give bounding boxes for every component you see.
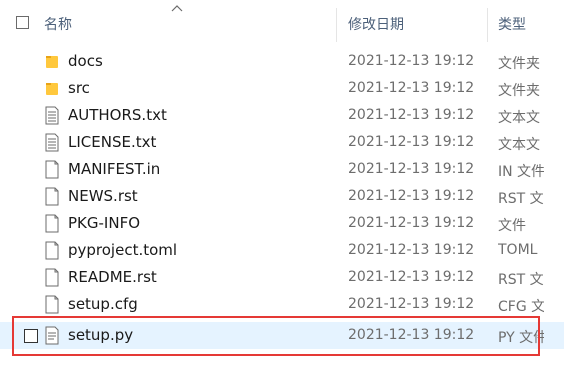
file-name: docs bbox=[68, 52, 103, 70]
file-date: 2021-12-13 19:12 bbox=[348, 215, 475, 231]
file-date: 2021-12-13 19:12 bbox=[348, 161, 475, 177]
file-icon bbox=[45, 241, 59, 260]
file-date: 2021-12-13 19:12 bbox=[348, 269, 475, 285]
file-name: setup.py bbox=[68, 326, 134, 344]
file-type: RST 文 bbox=[498, 191, 544, 207]
file-row[interactable]: LICENSE.txt 2021-12-13 19:12 文本文 bbox=[0, 129, 564, 156]
file-name: NEWS.rst bbox=[68, 187, 138, 205]
file-type: 文件夹 bbox=[498, 83, 540, 99]
file-type: 文件夹 bbox=[498, 56, 540, 72]
file-type: IN 文件 bbox=[498, 164, 544, 180]
file-name: README.rst bbox=[68, 268, 157, 286]
text-file-icon bbox=[45, 133, 59, 152]
file-type: 文件 bbox=[498, 218, 526, 234]
file-name: src bbox=[68, 79, 90, 97]
file-type: RST 文 bbox=[498, 272, 544, 288]
file-type: 文本文 bbox=[498, 137, 540, 153]
file-name: PKG-INFO bbox=[68, 214, 140, 232]
file-type: CFG 文 bbox=[498, 299, 544, 315]
date-column-header[interactable]: 修改日期 bbox=[348, 14, 404, 34]
folder-icon bbox=[46, 56, 58, 68]
file-type: 文本文 bbox=[498, 110, 540, 126]
file-icon bbox=[45, 295, 59, 314]
file-row[interactable]: docs 2021-12-13 19:12 文件夹 bbox=[0, 48, 564, 75]
sort-ascending-icon[interactable] bbox=[171, 4, 183, 12]
file-type: TOML bbox=[498, 242, 538, 258]
file-date: 2021-12-13 19:12 bbox=[348, 327, 475, 343]
file-row[interactable]: README.rst 2021-12-13 19:12 RST 文 bbox=[0, 264, 564, 291]
file-date: 2021-12-13 19:12 bbox=[348, 134, 475, 150]
file-row[interactable]: src 2021-12-13 19:12 文件夹 bbox=[0, 75, 564, 102]
file-date: 2021-12-13 19:12 bbox=[348, 80, 475, 96]
file-type: PY 文件 bbox=[498, 330, 544, 346]
file-row[interactable]: MANIFEST.in 2021-12-13 19:12 IN 文件 bbox=[0, 156, 564, 183]
file-list: docs 2021-12-13 19:12 文件夹 src 2021-12-13… bbox=[0, 48, 564, 349]
name-column-header[interactable]: 名称 bbox=[44, 14, 72, 34]
file-name: AUTHORS.txt bbox=[68, 106, 167, 124]
file-name: MANIFEST.in bbox=[68, 160, 161, 178]
file-date: 2021-12-13 19:12 bbox=[348, 296, 475, 312]
file-row-selected[interactable]: setup.py 2021-12-13 19:12 PY 文件 bbox=[0, 322, 564, 349]
file-row[interactable]: PKG-INFO 2021-12-13 19:12 文件 bbox=[0, 210, 564, 237]
row-checkbox[interactable] bbox=[24, 329, 38, 343]
folder-icon bbox=[46, 83, 58, 95]
file-name: pyproject.toml bbox=[68, 241, 178, 259]
file-icon bbox=[45, 214, 59, 233]
file-date: 2021-12-13 19:12 bbox=[348, 188, 475, 204]
file-icon bbox=[45, 160, 59, 179]
select-all-checkbox[interactable] bbox=[16, 16, 29, 29]
type-column-header[interactable]: 类型 bbox=[498, 14, 526, 34]
column-divider[interactable] bbox=[487, 8, 488, 42]
file-date: 2021-12-13 19:12 bbox=[348, 107, 475, 123]
file-date: 2021-12-13 19:12 bbox=[348, 242, 475, 258]
file-name: LICENSE.txt bbox=[68, 133, 157, 151]
file-name: setup.cfg bbox=[68, 295, 138, 313]
file-icon bbox=[45, 187, 59, 206]
column-header: 名称 修改日期 类型 bbox=[0, 0, 564, 44]
column-divider[interactable] bbox=[336, 8, 337, 42]
file-row[interactable]: NEWS.rst 2021-12-13 19:12 RST 文 bbox=[0, 183, 564, 210]
file-date: 2021-12-13 19:12 bbox=[348, 53, 475, 69]
file-icon bbox=[45, 268, 59, 287]
python-file-icon bbox=[45, 326, 59, 345]
text-file-icon bbox=[45, 106, 59, 125]
file-row[interactable]: pyproject.toml 2021-12-13 19:12 TOML bbox=[0, 237, 564, 264]
file-row[interactable]: setup.cfg 2021-12-13 19:12 CFG 文 bbox=[0, 291, 564, 318]
file-row[interactable]: AUTHORS.txt 2021-12-13 19:12 文本文 bbox=[0, 102, 564, 129]
